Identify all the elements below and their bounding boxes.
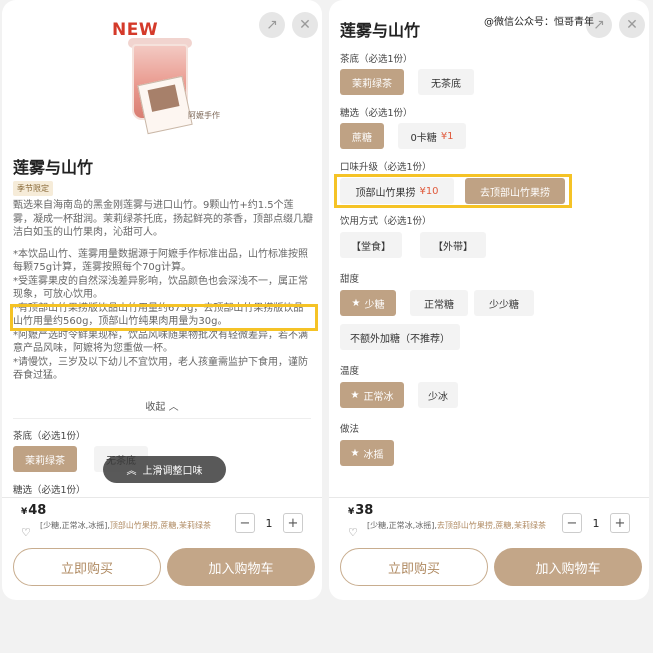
add-to-cart-button[interactable]: 加入购物车 [167,548,315,586]
option-label: 少糖 [364,299,385,311]
toast-text: 上滑调整口味 [142,466,203,477]
buy-now-button[interactable]: 立即购买 [340,548,488,586]
option-zero-cal-sugar[interactable]: 0卡糖 ¥1 [398,123,466,149]
sugar-label: 糖选（必选1份） [340,108,413,119]
desc-intro: 甄选来自海南岛的黑金刚莲雾与进口山竹。9颗山竹+约1.5个莲雾，凝成一杯甜润。茉… [13,200,313,238]
divider [13,418,311,419]
product-title: 莲雾与山竹 [340,21,421,40]
temperature-label: 温度 [340,366,360,377]
double-chevron-up-icon: ︽ [126,466,137,477]
increase-button[interactable]: + [283,513,303,533]
desc-note-1: *本饮品山竹、莲雾用量数据源于阿嬷手作标准出品，山竹标准按照每颗75g计算，莲雾… [13,248,308,274]
option-less-ice[interactable]: 少冰 [418,382,458,408]
tea-base-label: 茶底（必选1份） [340,54,413,65]
option-label: 0卡糖 [410,132,437,144]
option-normal-ice[interactable]: ★ 正常冰 [340,382,404,408]
summary-accent: 顶部山竹果捞,蔗糖,茉莉绿茶 [109,521,211,530]
option-less-sugar[interactable]: ★ 少糖 [340,290,396,316]
star-icon: ★ [350,389,360,401]
option-jasmine-tea[interactable]: 茉莉绿茶 [13,446,77,472]
product-card [137,75,193,135]
close-icon[interactable]: ✕ [619,12,645,38]
footer-divider [2,497,322,498]
currency-symbol: ¥ [21,507,28,517]
quantity-value: 1 [265,516,273,530]
add-to-cart-button[interactable]: 加入购物车 [494,548,642,586]
option-little-sugar[interactable]: 少少糖 [474,290,534,316]
sugar-label: 糖选（必选1份） [13,485,86,496]
tea-base-label: 茶底（必选1份） [13,431,86,442]
collapse-button[interactable]: 收起 ︿ [2,398,322,413]
heart-icon[interactable]: ♡ [21,526,31,539]
product-title: 莲雾与山竹 [13,158,94,177]
desc-note-2: *受莲雾果皮的自然深浅差异影响，饮品颜色也会深浅不一，属正常现象，可放心饮用。 [13,275,308,301]
option-label: 正常冰 [363,391,394,403]
price-value: 38 [355,503,374,518]
desc-note-4: *阿嬷严选时令鲜果现榨，饮品风味随果物批次有轻微差异，若不满意产品风味，阿嬷将为… [13,329,308,355]
method-label: 做法 [340,424,360,435]
option-dine-in[interactable]: 【堂食】 [340,232,402,258]
option-price: ¥1 [440,130,454,142]
collapse-label: 收起 [145,402,166,413]
quantity-value: 1 [592,516,600,530]
price: ¥38 [348,503,373,518]
upgrade-label: 口味升级（必选1份） [340,162,432,173]
option-ice-shaken[interactable]: ★ 冰摇 [340,440,394,466]
right-options-screen: 莲雾与山竹 ↗ ✕ 茶底（必选1份） 茉莉绿茶 无茶底 糖选（必选1份） 蔗糖 … [329,0,649,600]
star-icon: ★ [351,297,361,309]
selection-summary: [少糖,正常冰,冰摇],去顶部山竹果捞,蔗糖,茉莉绿茶 [367,521,567,531]
decrease-button[interactable]: − [235,513,255,533]
summary-plain: [少糖,正常冰,冰摇], [367,521,437,530]
sweetness-label: 甜度 [340,274,360,285]
decrease-button[interactable]: − [562,513,582,533]
footer-divider [329,497,649,498]
increase-button[interactable]: + [610,513,630,533]
buy-now-button[interactable]: 立即购买 [13,548,161,586]
quantity-stepper: − 1 + [562,513,630,533]
summary-plain: [少糖,正常冰,冰摇], [40,521,110,530]
selection-summary: [少糖,正常冰,冰摇],顶部山竹果捞,蔗糖,茉莉绿茶 [40,521,240,531]
brand-mark: 阿嬷手作 [188,111,220,120]
drink-method-label: 饮用方式（必选1份） [340,216,432,227]
currency-symbol: ¥ [348,507,355,517]
option-label: 冰摇 [363,449,384,461]
season-tag: 季节限定 [13,181,53,196]
chevron-up-icon: ︿ [168,402,179,413]
highlight-box-usage-note [10,304,318,331]
quantity-stepper: − 1 + [235,513,303,533]
share-icon[interactable]: ↗ [259,12,285,38]
option-no-tea[interactable]: 无茶底 [418,69,474,95]
price-value: 48 [28,503,47,518]
option-cane-sugar[interactable]: 蔗糖 [340,123,384,149]
option-jasmine-tea[interactable]: 茉莉绿茶 [340,69,404,95]
product-description: 甄选来自海南岛的黑金刚莲雾与进口山竹。9颗山竹+约1.5个莲雾，凝成一杯甜润。茉… [13,199,313,383]
option-no-extra-sugar[interactable]: 不额外加糖（不推荐） [340,324,460,350]
left-product-screen: NEW 阿嬷手作 ↗ ✕ 莲雾与山竹 季节限定 甄选来自海南岛的黑金刚莲雾与进口… [2,0,322,600]
summary-accent: 去顶部山竹果捞,蔗糖,茉莉绿茶 [436,521,546,530]
price: ¥48 [21,503,46,518]
wechat-watermark: @微信公众号：恒哥青年 [484,17,594,28]
star-icon: ★ [350,447,360,459]
swipe-up-toast: ︽ 上滑调整口味 [103,456,226,483]
option-normal-sugar[interactable]: 正常糖 [410,290,468,316]
heart-icon[interactable]: ♡ [348,526,358,539]
option-takeout[interactable]: 【外带】 [420,232,486,258]
desc-note-5: *请慢饮，三岁及以下幼儿不宜饮用，老人孩童需监护下食用，谨防吞食过猛。 [13,356,308,382]
new-badge: NEW [112,20,159,40]
highlight-box-upgrade-options [334,174,572,208]
close-icon[interactable]: ✕ [292,12,318,38]
